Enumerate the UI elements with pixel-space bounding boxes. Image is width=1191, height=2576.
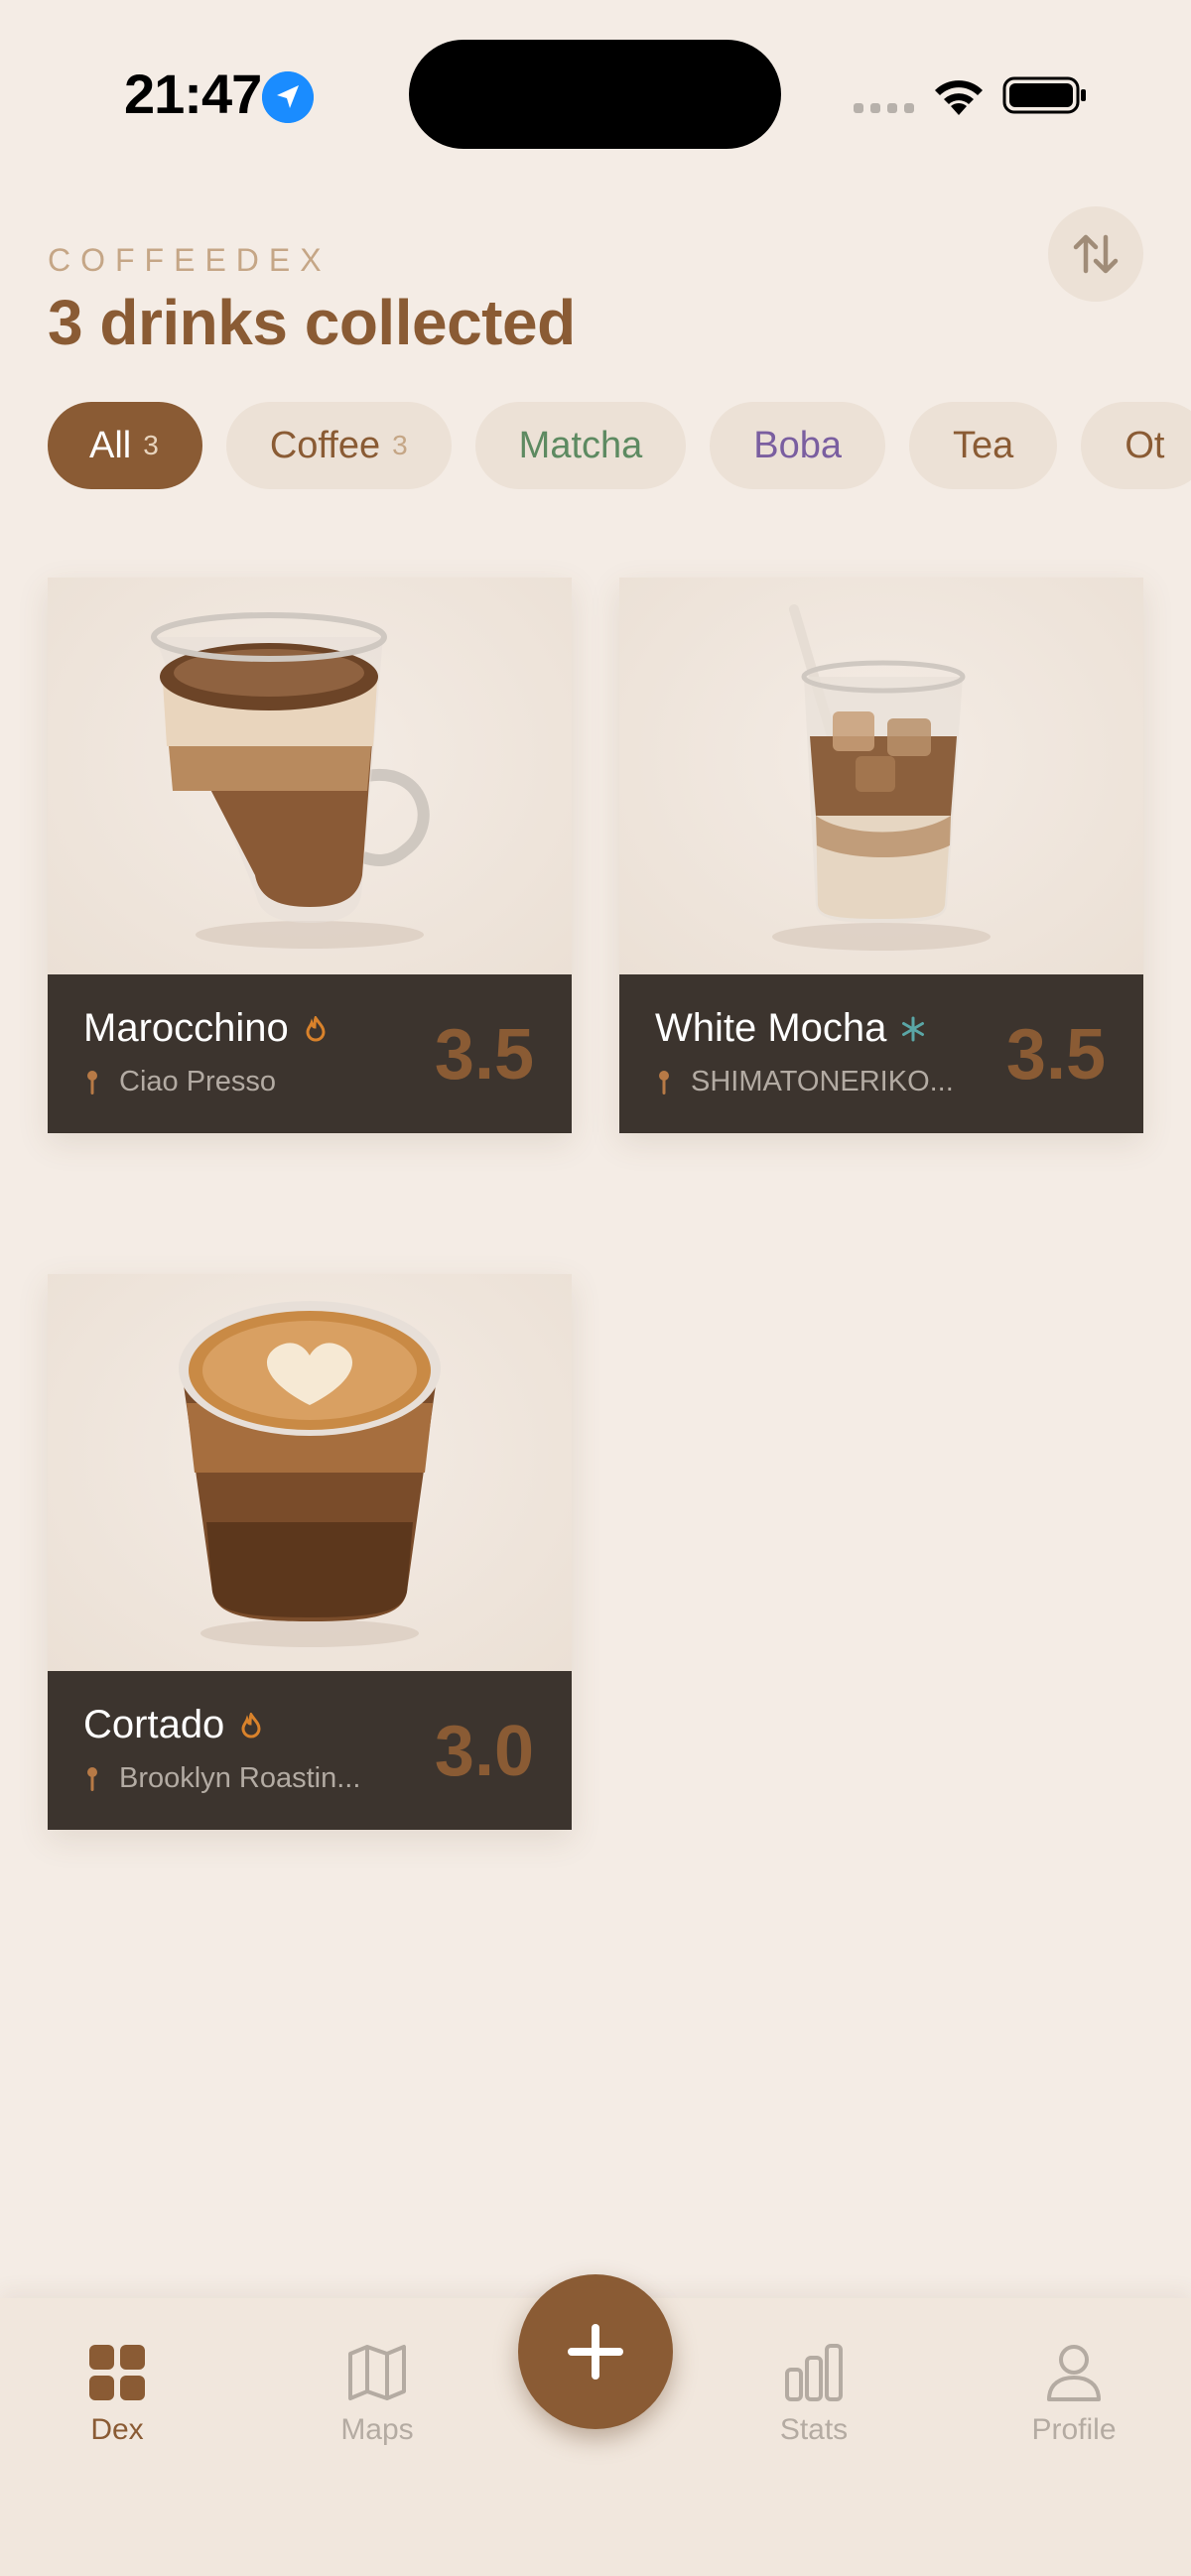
drink-card-cortado[interactable]: Cortado Brooklyn Roastin... 3.0 xyxy=(48,1274,572,1830)
page-title: 3 drinks collected xyxy=(48,287,576,358)
status-time: 21:47 xyxy=(124,63,262,125)
filter-chip-label: Tea xyxy=(953,424,1014,466)
sort-arrows-icon xyxy=(1073,234,1119,274)
filter-chip-coffee[interactable]: Coffee 3 xyxy=(225,402,452,489)
filter-chip-label: Coffee xyxy=(269,424,381,466)
app-screen: 21:47 COFFEEDEX 3 drinks collected All 3 xyxy=(0,0,1191,2576)
cortado-glass-image xyxy=(179,1301,441,1647)
drink-rating: 3.0 xyxy=(434,1712,534,1791)
tab-label: Profile xyxy=(1031,2413,1117,2446)
filter-chip-other[interactable]: Ot xyxy=(1081,402,1191,489)
drink-card-marocchino[interactable]: Marocchino Ciao Presso 3.5 xyxy=(48,578,572,1133)
snowflake-icon xyxy=(902,1016,924,1042)
location-arrow-icon xyxy=(262,71,314,123)
cellular-signal-icon xyxy=(854,103,914,113)
dynamic-island xyxy=(409,40,781,149)
tab-stats[interactable]: Stats xyxy=(734,2342,893,2461)
drink-card-footer: Marocchino Ciao Presso 3.5 xyxy=(48,974,572,1133)
sort-button[interactable] xyxy=(1048,206,1143,302)
filter-chip-boba[interactable]: Boba xyxy=(710,402,886,489)
flame-icon xyxy=(241,1713,261,1739)
bar-chart-icon xyxy=(785,2344,843,2401)
tab-label: Maps xyxy=(340,2413,414,2446)
tab-label: Dex xyxy=(90,2413,144,2446)
flame-icon xyxy=(306,1016,326,1042)
app-brand: COFFEEDEX xyxy=(48,242,331,278)
grid-icon xyxy=(89,2345,145,2400)
filter-chip-all[interactable]: All 3 xyxy=(48,402,202,489)
drink-photo xyxy=(619,578,1143,974)
tab-label: Stats xyxy=(779,2413,849,2446)
filter-chip-label: All xyxy=(89,424,132,466)
drink-rating: 3.5 xyxy=(434,1015,534,1095)
tab-profile[interactable]: Profile xyxy=(994,2342,1153,2461)
drink-place: SHIMATONERIKO... xyxy=(691,1066,954,1097)
plus-icon xyxy=(568,2324,623,2380)
location-pin-icon xyxy=(87,1071,97,1095)
drink-photo xyxy=(48,1274,572,1671)
iced-drink-image xyxy=(772,604,991,951)
drink-photo xyxy=(48,578,572,974)
drink-place: Ciao Presso xyxy=(119,1066,276,1097)
drink-rating: 3.5 xyxy=(1005,1015,1106,1095)
tab-maps[interactable]: Maps xyxy=(298,2342,457,2461)
glass-mug-drink-image xyxy=(151,612,430,949)
person-icon xyxy=(1047,2345,1101,2401)
filter-chip-matcha[interactable]: Matcha xyxy=(474,402,687,489)
drink-place: Brooklyn Roastin... xyxy=(119,1762,361,1794)
drink-card-footer: White Mocha SHIMATONERIKO... 3.5 xyxy=(619,974,1143,1133)
battery-icon xyxy=(1002,76,1086,114)
filter-chip-count: 3 xyxy=(143,430,159,460)
filter-chip-label: Matcha xyxy=(518,424,643,466)
map-icon xyxy=(348,2345,406,2400)
filter-chip-label: Boba xyxy=(753,424,843,466)
add-drink-button[interactable] xyxy=(518,2274,673,2429)
drink-name: Cortado xyxy=(83,1703,225,1746)
drink-name: White Mocha xyxy=(655,1006,887,1050)
tab-dex[interactable]: Dex xyxy=(38,2342,197,2461)
location-pin-icon xyxy=(659,1071,669,1095)
filter-chip-tea[interactable]: Tea xyxy=(909,402,1058,489)
location-pin-icon xyxy=(87,1767,97,1791)
drink-name: Marocchino xyxy=(83,1006,289,1050)
wifi-icon xyxy=(935,80,983,115)
drink-card-white-mocha[interactable]: White Mocha SHIMATONERIKO... 3.5 xyxy=(619,578,1143,1133)
drink-card-footer: Cortado Brooklyn Roastin... 3.0 xyxy=(48,1671,572,1830)
category-filter-bar: All 3 Coffee 3 Matcha Boba Tea Ot xyxy=(48,402,1191,491)
filter-chip-label: Ot xyxy=(1125,424,1165,466)
filter-chip-count: 3 xyxy=(392,430,408,460)
